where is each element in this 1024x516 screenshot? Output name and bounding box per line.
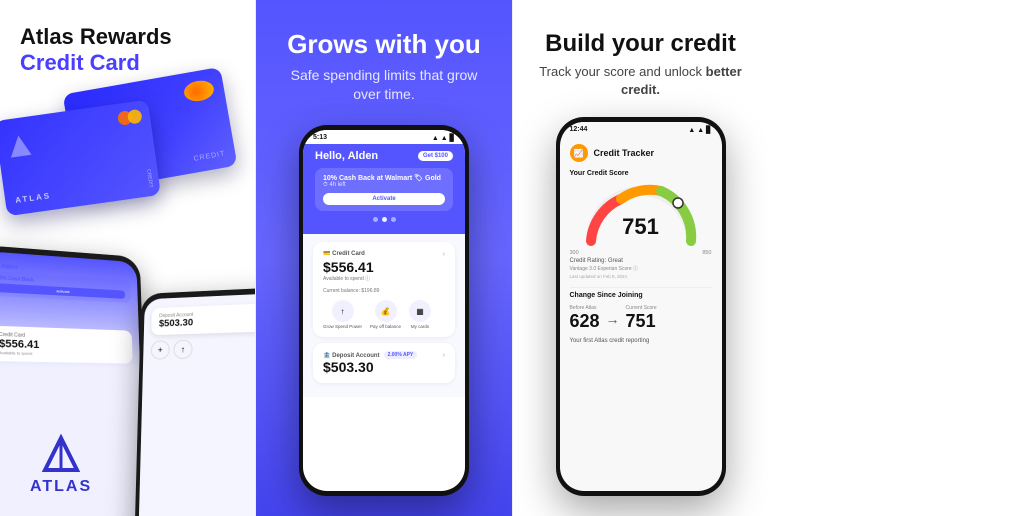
credit-card-front: ATLAS CREDIT — [0, 100, 161, 217]
p2-greeting: Hello, Alden — [315, 150, 378, 162]
p2-deposit-badge: 2.00% APY — [384, 351, 418, 359]
arrow-icon: → — [606, 311, 620, 327]
p2-promo-title: 10% Cash Back at Walmart 🏷 Gold — [323, 174, 445, 182]
current-score: 751 — [626, 311, 657, 332]
card-back-text: CREDIT — [193, 150, 226, 162]
panel3-title: Build your credit — [545, 30, 736, 59]
p2-credit-label: 💳 Credit Card — [323, 250, 365, 257]
atlas-text: ATLAS — [30, 478, 92, 496]
tracker-icon: 📈 — [570, 144, 588, 162]
change-label: Change Since Joining — [570, 292, 712, 299]
panel2-phone: 5:13 ▲ ▲ ▊ Hello, Alden Get $100 10% Cas… — [299, 125, 469, 496]
credit-score: 751 — [622, 214, 659, 240]
p2-icons: ▲ ▲ ▊ — [432, 134, 455, 142]
p2-action3: My cards — [411, 324, 429, 329]
atlas-logo-icon — [41, 434, 81, 474]
p2-action1: Grow Spend Power — [323, 324, 362, 329]
update-date: Last updated on Feb 8, 2024 — [570, 274, 712, 279]
panel3-subtitle: Track your score and unlock better credi… — [533, 63, 748, 99]
grow-icon: ↑ — [332, 300, 354, 322]
score-max: 850 — [702, 250, 711, 256]
credit-gauge: 751 — [570, 181, 712, 246]
panel2-subtitle: Safe spending limits that grow over time… — [276, 66, 492, 105]
before-score: 628 — [570, 311, 600, 332]
p2-credit-amount: $556.41 — [323, 259, 445, 275]
atlas-card-text: ATLAS — [15, 191, 52, 205]
tracker-title: Credit Tracker — [594, 148, 655, 158]
cards-icon: ▦ — [409, 300, 431, 322]
panel1-title: Atlas Rewards — [20, 24, 235, 50]
p2-action2: Pay off balance — [370, 324, 401, 329]
p2-deposit-section: 🏦 Deposit Account 2.00% APY › $503.30 — [313, 343, 455, 383]
experian-label: Vantage 3.0 Experian Score ⓘ — [570, 265, 712, 272]
first-report: Your first Atlas credit reporting — [570, 338, 712, 344]
atlas-logo: ATLAS — [30, 434, 92, 496]
divider — [570, 287, 712, 288]
score-label: Your Credit Score — [570, 170, 712, 177]
panel-hero: Atlas Rewards Credit Card CREDIT ATLAS C… — [0, 0, 256, 516]
p2-deposit-amount: $503.30 — [323, 359, 445, 375]
p3-icons: ▲ ▲ ▊ — [688, 126, 711, 134]
panel-grows: Grows with you Safe spending limits that… — [256, 0, 512, 516]
p2-available: Available to spend ⓘ — [323, 275, 445, 282]
credit-rating: Credit Rating: Great — [570, 258, 712, 264]
p2-activate[interactable]: Activate — [323, 193, 445, 205]
p2-get-button[interactable]: Get $100 — [418, 151, 453, 161]
p2-promo-sub: ⏱ 4h left — [323, 182, 445, 189]
p2-promo: 10% Cash Back at Walmart 🏷 Gold ⏱ 4h lef… — [315, 168, 453, 211]
phone-mockup-right: Deposit Account $503.30 + ↑ — [134, 287, 256, 516]
p2-time: 5:13 — [313, 134, 327, 142]
p2-balance: Current balance: $196.89 — [323, 288, 445, 294]
p2-credit-section: 💳 Credit Card › $556.41 Available to spe… — [313, 242, 455, 337]
p3-time: 12:44 — [570, 126, 588, 134]
pay-icon: 💰 — [375, 300, 397, 322]
p2-deposit-label: 🏦 Deposit Account — [323, 352, 380, 359]
panel2-title: Grows with you — [287, 30, 481, 60]
panel3-phone: 12:44 ▲ ▲ ▊ 📈 Credit Tracker Your Credit… — [556, 117, 726, 496]
panel-credit: Build your credit Track your score and u… — [512, 0, 768, 516]
score-min: 300 — [570, 250, 579, 256]
